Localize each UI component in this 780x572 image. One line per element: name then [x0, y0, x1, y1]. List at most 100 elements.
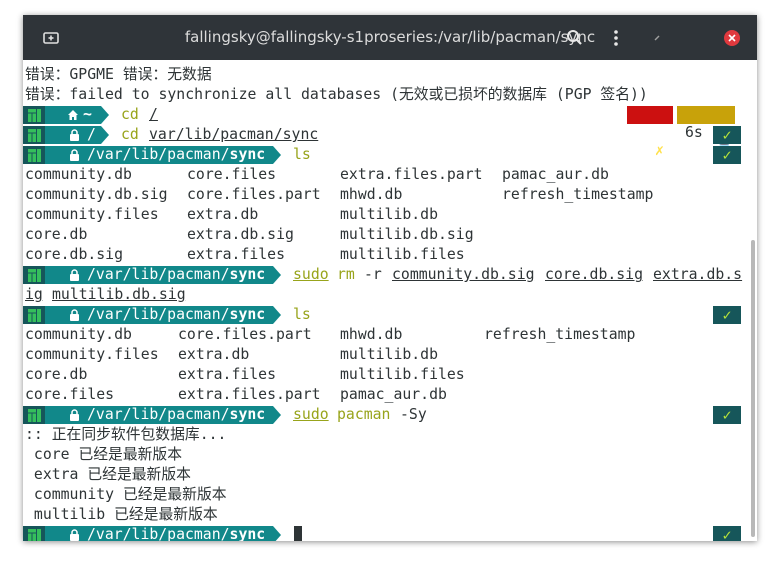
path-segment: /var/lib/pacman/sync: [45, 146, 273, 164]
path-dim: /var/lib/pacman/: [87, 146, 230, 163]
command: sudo: [293, 406, 329, 423]
output-line: :: 正在同步软件包数据库...: [25, 426, 227, 443]
path-bold: sync: [229, 146, 266, 163]
manjaro-logo-icon: [28, 269, 41, 282]
path-segment: ~: [45, 106, 101, 124]
file-entry: core.files.part: [187, 186, 321, 203]
manjaro-segment: [23, 146, 45, 164]
path-segment: /var/lib/pacman/sync: [45, 266, 273, 284]
ls-row: core.db.sig extra.files multilib.files: [25, 245, 465, 265]
manjaro-logo-icon: [28, 129, 41, 142]
ls-row: community.files extra.db multilib.db: [25, 345, 438, 365]
minimize-icon[interactable]: [646, 27, 668, 49]
ls-row: community.files extra.db multilib.db: [25, 205, 438, 225]
lock-icon: [70, 529, 79, 541]
file-entry: mhwd.db: [340, 326, 403, 343]
command: cd: [121, 126, 139, 143]
command: cd: [121, 106, 139, 123]
file-entry: refresh_timestamp: [484, 326, 636, 343]
lock-icon: [70, 149, 79, 161]
file-entry: refresh_timestamp: [502, 186, 654, 203]
output-line: core 已经是最新版本: [25, 446, 183, 463]
file-entry: pamac_aur.db: [340, 386, 447, 403]
segment-arrow: [101, 106, 109, 124]
manjaro-logo-icon: [28, 409, 41, 422]
file-entry: community.files: [25, 206, 159, 223]
ls-row: community.db.sig core.files.part mhwd.db…: [25, 185, 653, 205]
scrollbar-thumb[interactable]: [751, 240, 755, 537]
path-bold: sync: [229, 526, 266, 541]
error-line: 错误：failed to synchronize all databases (…: [25, 86, 648, 103]
file-entry: extra.db: [178, 346, 250, 363]
command: ls: [293, 146, 311, 163]
file-entry: multilib.db.sig: [340, 226, 474, 243]
file-entry: multilib.db: [340, 346, 438, 363]
command-args: var/lib/pacman/sync: [149, 126, 319, 143]
ok-badge: ✓: [713, 406, 741, 424]
ok-badge: ✓: [713, 526, 741, 541]
ok-badge: ✓: [713, 146, 741, 164]
path-dim: /var/lib/pacman/: [87, 266, 230, 283]
prompt-line: ~ cd / 1 ✗ 6s ⌛: [23, 105, 749, 159]
close-icon[interactable]: [721, 27, 743, 49]
file-entry: multilib.files: [340, 246, 465, 263]
file-entry: multilib.db: [340, 206, 438, 223]
file-entry: core.db: [25, 226, 88, 243]
terminal-area[interactable]: 错误：GPGME 错误：无数据 错误：failed to synchronize…: [23, 60, 749, 541]
ls-row: community.db core.files.part mhwd.db ref…: [25, 325, 635, 345]
duration-badge: 6s ⌛: [677, 106, 735, 159]
file-entry: extra.files: [178, 366, 276, 383]
ok-badge: ✓: [713, 126, 741, 144]
command-args: /: [149, 106, 158, 123]
terminal-window: fallingsky@fallingsky-s1proseries:/var/l…: [23, 15, 757, 541]
segment-arrow: [273, 526, 281, 541]
path-dim: /var/lib/pacman/: [87, 526, 230, 541]
path-segment: /var/lib/pacman/sync: [45, 306, 273, 324]
file-entry: extra.files.part: [340, 166, 483, 183]
file-entry: community.db: [25, 166, 132, 183]
segment-arrow: [101, 126, 109, 144]
command-args: ig: [25, 286, 43, 303]
manjaro-logo-icon: [28, 109, 41, 122]
file-entry: extra.db: [187, 206, 259, 223]
file-entry: extra.db.sig: [187, 226, 294, 243]
path-dim: /: [87, 126, 96, 143]
home-icon: [68, 110, 78, 120]
manjaro-segment: [23, 126, 45, 144]
file-entry: core.db.sig: [25, 246, 123, 263]
scrollbar[interactable]: [749, 60, 757, 541]
prompt-line: /var/lib/pacman/sync ls ✓: [23, 305, 749, 325]
file-entry: extra.files.part: [178, 386, 321, 403]
lock-icon: [70, 309, 79, 321]
prompt-line: /var/lib/pacman/sync sudo pacman -Sy ✓: [23, 405, 749, 425]
manjaro-segment: [23, 106, 45, 124]
file-entry: core.files: [187, 166, 277, 183]
path-segment: /var/lib/pacman/sync: [45, 526, 273, 541]
menu-kebab-icon[interactable]: [605, 27, 627, 49]
file-entry: community.db.sig: [25, 186, 168, 203]
wrapped-line: ig multilib.db.sig: [25, 285, 186, 305]
command-args: core.db.sig: [545, 266, 643, 283]
segment-arrow: [273, 146, 281, 164]
command-args: community.db.sig: [392, 266, 535, 283]
path-dim: /var/lib/pacman/: [87, 306, 230, 323]
text-cursor: [294, 526, 302, 541]
manjaro-segment: [23, 306, 45, 324]
ok-badge: ✓: [713, 306, 741, 324]
file-entry: core.db: [25, 366, 88, 383]
title-bar: fallingsky@fallingsky-s1proseries:/var/l…: [23, 15, 757, 60]
manjaro-segment: [23, 266, 45, 284]
file-entry: pamac_aur.db: [502, 166, 609, 183]
path-bold: sync: [229, 306, 266, 323]
path-bold: ~: [83, 106, 92, 123]
error-line: 错误：GPGME 错误：无数据: [25, 66, 212, 83]
ls-row: core.db extra.files multilib.files: [25, 365, 465, 385]
file-entry: multilib.files: [340, 366, 465, 383]
output-line: extra 已经是最新版本: [25, 466, 191, 483]
path-segment: /var/lib/pacman/sync: [45, 406, 273, 424]
ls-row: community.db core.files extra.files.part…: [25, 165, 609, 185]
search-icon[interactable]: [564, 27, 586, 49]
prompt-line: / cd var/lib/pacman/sync ✓: [23, 125, 749, 145]
prompt-line[interactable]: /var/lib/pacman/sync ✓: [23, 525, 749, 541]
prompt-line: /var/lib/pacman/sync sudo rm -r communit…: [23, 265, 749, 285]
